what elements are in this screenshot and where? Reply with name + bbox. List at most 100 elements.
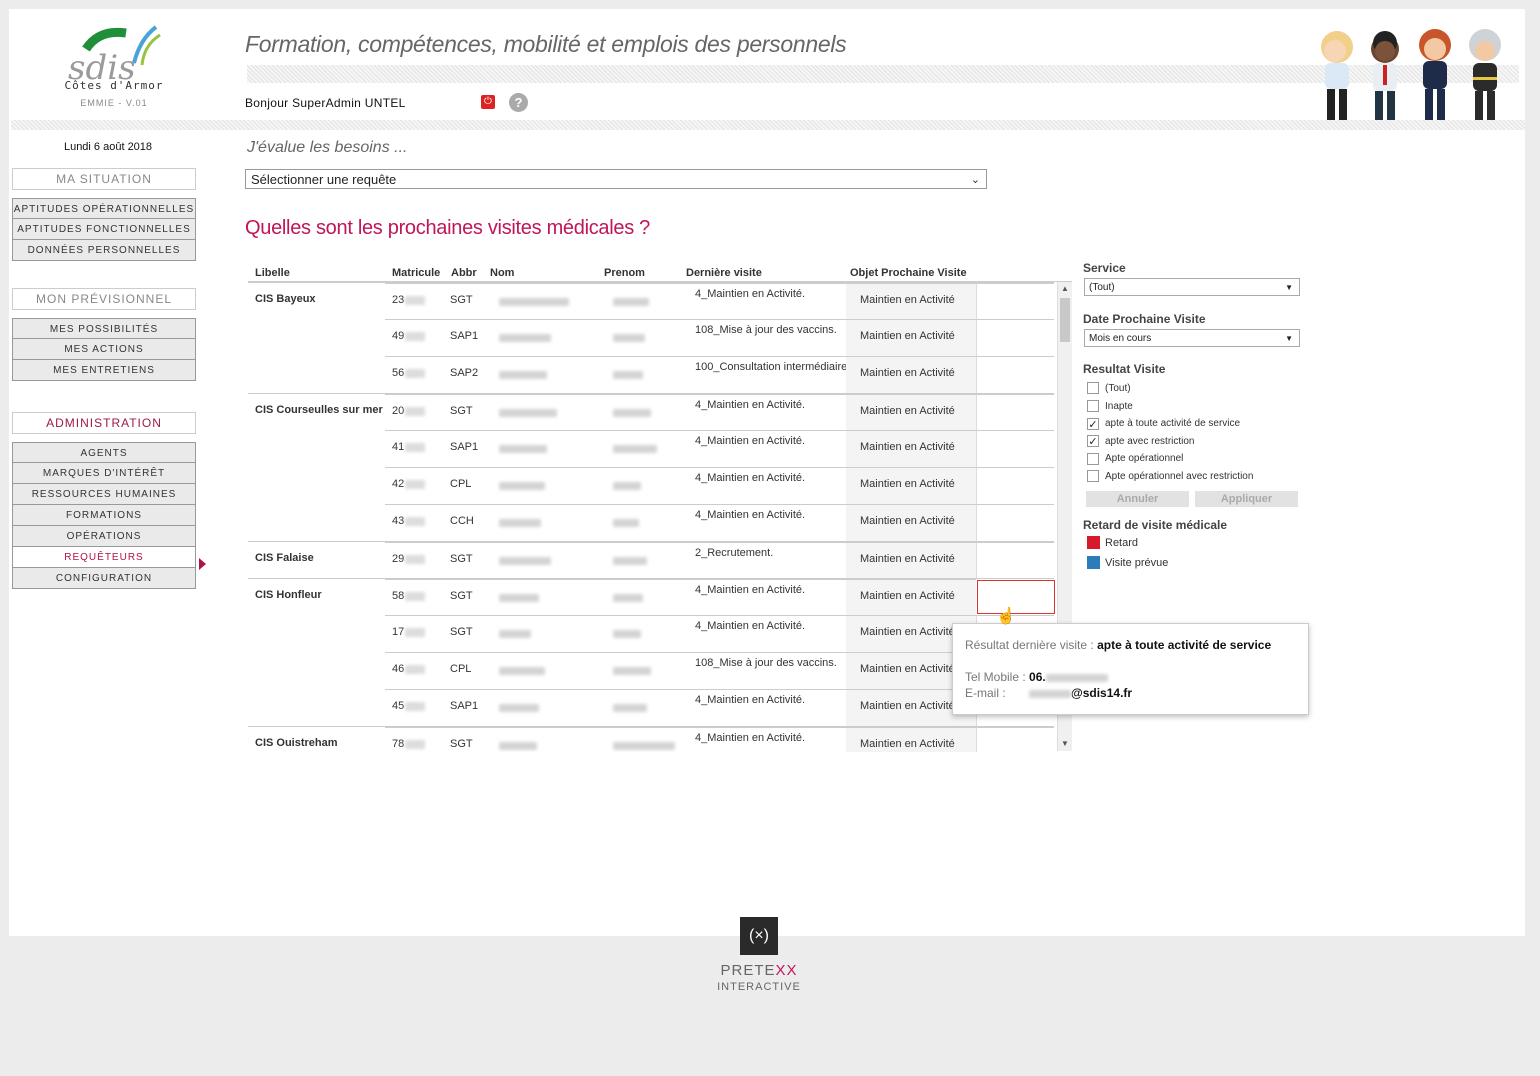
section-title: J'évalue les besoins ... bbox=[247, 139, 408, 156]
legend-retard-swatch bbox=[1087, 536, 1100, 549]
table-row[interactable]: 43 CCH 4_Maintien en Activité. Maintien en … bbox=[248, 504, 1054, 541]
query-select[interactable]: Sélectionner une requête ⌄ bbox=[245, 169, 987, 189]
checkbox[interactable] bbox=[1087, 470, 1099, 483]
hand-cursor-icon: ☝ bbox=[996, 608, 1016, 625]
cell-objet-prochaine-visite: Maintien en Activité bbox=[846, 319, 976, 356]
help-icon[interactable]: ? bbox=[509, 93, 528, 112]
nav-donnees-personnelles[interactable]: DONNÉES PERSONNELLES bbox=[12, 240, 196, 261]
cell-libelle bbox=[248, 319, 385, 356]
section-administration[interactable]: ADMINISTRATION bbox=[12, 412, 196, 434]
nav-ressources-humaines[interactable]: RESSOURCES HUMAINES bbox=[12, 484, 196, 505]
nav-operations[interactable]: OPÉRATIONS bbox=[12, 526, 196, 547]
resultat-option[interactable]: Inapte bbox=[1087, 399, 1133, 414]
date-dropdown[interactable]: Mois en cours ▼ bbox=[1084, 329, 1300, 347]
table-row[interactable]: 49 SAP1 108_Mise à jour des vaccins. Mainti… bbox=[248, 319, 1054, 356]
cell-libelle bbox=[248, 356, 385, 393]
cell-prenom bbox=[596, 319, 678, 356]
table-row[interactable]: 56 SAP2 100_Consultation intermédiaire. Mai… bbox=[248, 356, 1054, 393]
table-row[interactable]: 46 CPL 108_Mise à jour des vaccins. Maintie… bbox=[248, 652, 1054, 689]
resultat-option[interactable]: ✓ apte avec restriction bbox=[1087, 435, 1195, 449]
pretexx-logo-icon[interactable]: (×) bbox=[740, 917, 778, 955]
cell-objet-prochaine-visite: Maintien en Activité bbox=[846, 467, 976, 504]
table-row[interactable]: CIS Bayeux 23 SGT 4_Maintien en Activité. Ma… bbox=[248, 282, 1054, 320]
section-ma-situation[interactable]: MA SITUATION bbox=[12, 168, 196, 190]
mascot-firefighter-icon bbox=[1469, 29, 1501, 121]
cancel-button[interactable]: Annuler bbox=[1086, 491, 1189, 507]
cell-visit-status[interactable] bbox=[976, 394, 1054, 431]
cell-visit-status[interactable] bbox=[976, 504, 1054, 541]
checkbox[interactable]: ✓ bbox=[1087, 435, 1099, 448]
col-abbr: Abbr bbox=[451, 267, 477, 279]
cell-abbr: CPL bbox=[430, 652, 482, 689]
table-row[interactable]: 41 SAP1 4_Maintien en Activité. Maintien en… bbox=[248, 430, 1054, 467]
checkbox[interactable] bbox=[1087, 452, 1099, 465]
cell-visit-status[interactable] bbox=[976, 283, 1054, 320]
nav-marques-interet[interactable]: MARQUES D'INTÉRÊT bbox=[12, 463, 196, 484]
cell-derniere-visite: 4_Maintien en Activité. bbox=[678, 504, 846, 541]
nav-agents[interactable]: AGENTS bbox=[12, 442, 196, 463]
cell-derniere-visite: 108_Mise à jour des vaccins. bbox=[678, 652, 846, 689]
nav-aptitudes-operationnelles[interactable]: APTITUDES OPÉRATIONNELLES bbox=[12, 198, 196, 219]
date-label: Date Prochaine Visite bbox=[1083, 312, 1206, 326]
cell-libelle bbox=[248, 467, 385, 504]
cell-visit-status[interactable] bbox=[976, 467, 1054, 504]
cell-nom bbox=[482, 652, 596, 689]
scroll-thumb[interactable] bbox=[1060, 298, 1070, 342]
resultat-option[interactable]: Apte opérationnel avec restriction bbox=[1087, 470, 1253, 484]
table-row[interactable]: 42 CPL 4_Maintien en Activité. Maintien en … bbox=[248, 467, 1054, 504]
cell-abbr: SGT bbox=[430, 542, 482, 579]
cell-abbr: CCH bbox=[430, 504, 482, 541]
service-dropdown[interactable]: (Tout) ▼ bbox=[1084, 278, 1300, 296]
query-select-value: Sélectionner une requête bbox=[251, 172, 397, 187]
resultat-option[interactable]: Apte opérationnel bbox=[1087, 452, 1183, 466]
table-row[interactable]: CIS Courseulles sur mer 20 SGT 4_Maintien e… bbox=[248, 393, 1054, 431]
nav-formations[interactable]: FORMATIONS bbox=[12, 505, 196, 526]
table-row[interactable]: 17 SGT 4_Maintien en Activité. Maintien en … bbox=[248, 615, 1054, 652]
power-icon[interactable]: ⏻ bbox=[481, 95, 495, 109]
tooltip-result-value: apte à toute activité de service bbox=[1097, 638, 1272, 652]
resultat-option[interactable]: (Tout) bbox=[1087, 382, 1131, 396]
cell-matricule: 29 bbox=[385, 542, 430, 579]
cell-matricule: 23 bbox=[385, 283, 430, 320]
nav-aptitudes-fonctionnelles[interactable]: APTITUDES FONCTIONNELLES bbox=[12, 219, 196, 240]
cell-nom bbox=[482, 394, 596, 431]
table-row[interactable]: CIS Falaise 29 SGT 2_Recrutement. Maintien e… bbox=[248, 541, 1054, 579]
cell-abbr: SGT bbox=[430, 615, 482, 652]
section-mon-previsionnel[interactable]: MON PRÉVISIONNEL bbox=[12, 288, 196, 310]
cell-visit-status[interactable] bbox=[976, 727, 1054, 752]
table-row[interactable]: 45 SAP1 4_Maintien en Activité. Maintien en… bbox=[248, 689, 1054, 726]
cell-visit-status[interactable] bbox=[976, 319, 1054, 356]
cell-derniere-visite: 4_Maintien en Activité. bbox=[678, 727, 846, 752]
cell-visit-status[interactable] bbox=[976, 430, 1054, 467]
nav-mes-actions[interactable]: MES ACTIONS bbox=[12, 339, 196, 360]
cell-visit-status[interactable] bbox=[976, 356, 1054, 393]
resultat-option[interactable]: ✓ apte à toute activité de service bbox=[1087, 417, 1240, 431]
cell-visit-status[interactable] bbox=[977, 580, 1055, 614]
cell-derniere-visite: 4_Maintien en Activité. bbox=[678, 689, 846, 726]
logo[interactable]: sdis Côtes d'Armor EMMIE - V.01 bbox=[59, 21, 169, 113]
col-matricule: Matricule bbox=[392, 267, 441, 279]
cell-prenom bbox=[596, 615, 678, 652]
cell-visit-status[interactable] bbox=[976, 542, 1054, 579]
checkbox[interactable]: ✓ bbox=[1087, 417, 1099, 431]
tooltip-tel-value: 06. bbox=[1029, 670, 1046, 684]
nav-mes-entretiens[interactable]: MES ENTRETIENS bbox=[12, 360, 196, 381]
cell-nom bbox=[482, 430, 596, 467]
agent-tooltip: Résultat dernière visite : apte à toute … bbox=[952, 623, 1309, 715]
cell-derniere-visite: 4_Maintien en Activité. bbox=[678, 283, 846, 320]
table-row[interactable]: CIS Honfleur 58 SGT 4_Maintien en Activité.… bbox=[248, 578, 1055, 616]
table-row[interactable]: CIS Ouistreham 78 SGT 4_Maintien en Activit… bbox=[248, 726, 1054, 752]
scroll-up-icon[interactable]: ▲ bbox=[1058, 282, 1072, 296]
checkbox[interactable] bbox=[1087, 399, 1099, 412]
scroll-down-icon[interactable]: ▼ bbox=[1058, 737, 1072, 751]
cell-nom bbox=[482, 689, 596, 726]
nav-configuration[interactable]: CONFIGURATION bbox=[12, 568, 196, 589]
checkbox[interactable] bbox=[1087, 382, 1099, 395]
cell-matricule: 42 bbox=[385, 467, 430, 504]
apply-button[interactable]: Appliquer bbox=[1195, 491, 1298, 507]
nav-requeteurs[interactable]: REQUÊTEURS bbox=[12, 547, 196, 568]
cell-matricule: 17 bbox=[385, 615, 430, 652]
nav-mes-possibilites[interactable]: MES POSSIBILITÉS bbox=[12, 318, 196, 339]
cell-objet-prochaine-visite: Maintien en Activité bbox=[846, 394, 976, 431]
cell-libelle: CIS Bayeux bbox=[255, 293, 316, 305]
